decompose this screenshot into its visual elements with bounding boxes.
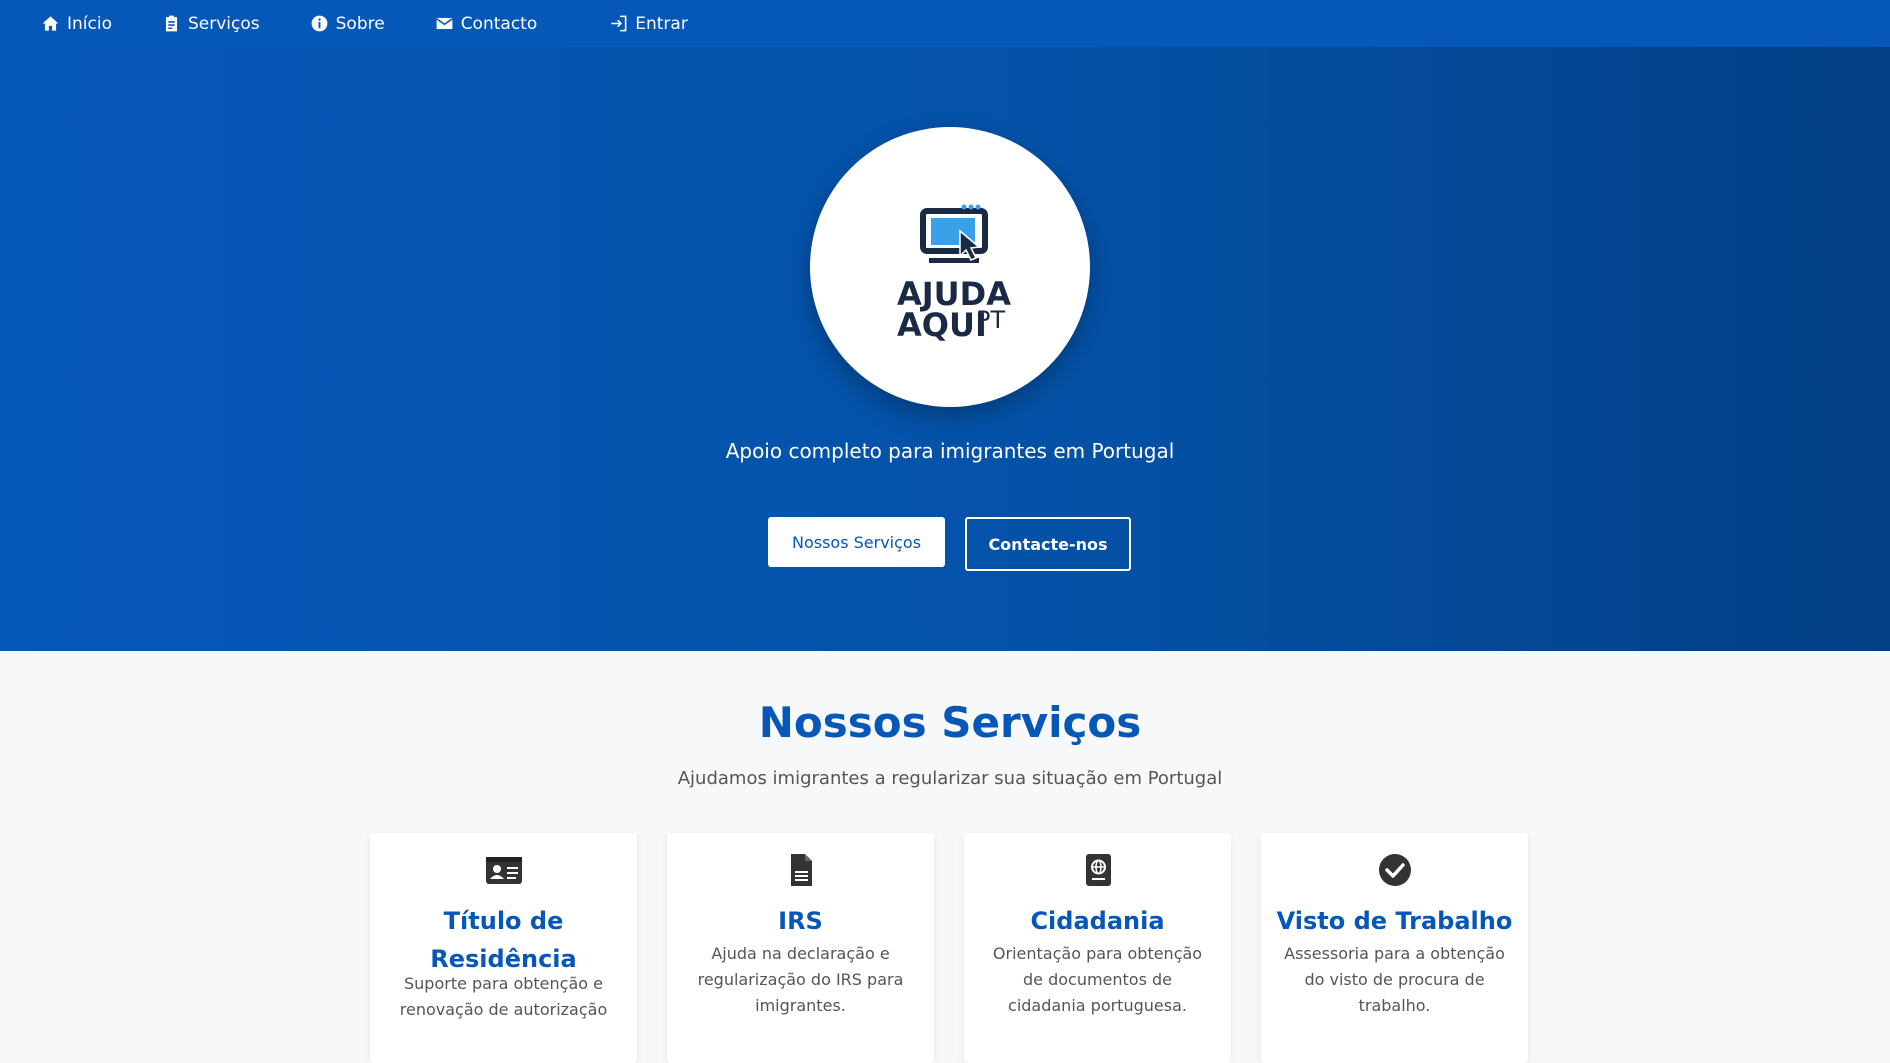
ajuda-aqui-logo-icon: AJUDA AQUI PT: [897, 204, 1011, 344]
service-card-title: IRS: [778, 907, 823, 935]
nav-item-label: Contacto: [460, 13, 538, 34]
nav-item-contacto[interactable]: Contacto: [435, 9, 538, 39]
service-card-title: Cidadania: [1030, 907, 1165, 935]
id-card-icon: [370, 853, 637, 887]
nav-item-label: Serviços: [187, 13, 260, 34]
check-circle-icon: [1261, 853, 1528, 887]
clipboard-icon: [165, 15, 178, 32]
info-icon: [311, 15, 328, 32]
services-subtitle: Ajudamos imigrantes a regularizar sua si…: [677, 768, 1223, 789]
service-card-visto-trabalho[interactable]: Visto de Trabalho Assessoria para a obte…: [1261, 833, 1528, 1063]
contacte-nos-button[interactable]: Contacte-nos: [965, 517, 1131, 571]
svg-text:AQUI: AQUI: [897, 306, 987, 344]
service-card-text: Suporte para obtenção e renovação de aut…: [399, 974, 608, 1019]
svg-text:PT: PT: [976, 306, 1005, 334]
nossos-servicos-button[interactable]: Nossos Serviços: [768, 517, 945, 567]
nav-item-sobre[interactable]: Sobre: [310, 9, 385, 39]
envelope-icon: [435, 17, 453, 30]
service-card-title: Visto de Trabalho: [1276, 907, 1513, 935]
service-card-text: Ajuda na declaração e regularização do I…: [697, 944, 904, 1015]
document-icon: [667, 853, 934, 887]
hero-tagline: Apoio completo para imigrantes em Portug…: [725, 439, 1175, 463]
nav-item-label: Entrar: [635, 13, 688, 34]
nav-item-inicio[interactable]: Início: [41, 9, 112, 39]
sign-in-icon: [611, 15, 627, 32]
services-title: Nossos Serviços: [758, 698, 1142, 747]
service-card-text: Orientação para obtenção de documentos d…: [992, 944, 1203, 1015]
service-card-title: Título de Residência: [430, 907, 577, 973]
service-card-titulo-residencia[interactable]: Título de Residência Suporte para obtenç…: [370, 833, 637, 1063]
service-card-text: Assessoria para a obtenção do visto de p…: [1284, 944, 1505, 1015]
logo: AJUDA AQUI PT: [810, 127, 1090, 407]
passport-icon: [964, 853, 1231, 887]
home-icon: [42, 16, 59, 31]
service-card-irs[interactable]: IRS Ajuda na declaração e regularização …: [667, 833, 934, 1063]
hero-section: AJUDA AQUI PT Apoio completo para imigra…: [0, 47, 1890, 651]
service-card-cidadania[interactable]: Cidadania Orientação para obtenção de do…: [964, 833, 1231, 1063]
services-section: Nossos Serviços Ajudamos imigrantes a re…: [0, 651, 1890, 1063]
top-navbar: Início Serviços Sobre Contacto Entrar: [0, 0, 1890, 47]
nav-item-label: Início: [67, 13, 112, 34]
nav-item-entrar[interactable]: Entrar: [609, 9, 688, 39]
nav-item-label: Sobre: [335, 13, 385, 34]
nav-item-servicos[interactable]: Serviços: [162, 9, 260, 39]
